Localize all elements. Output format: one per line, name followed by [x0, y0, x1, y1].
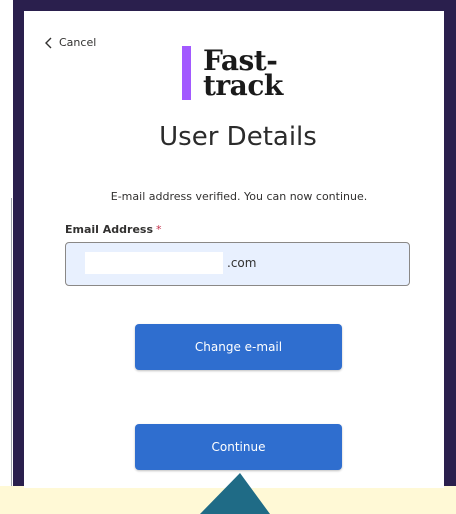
chevron-left-icon	[45, 37, 52, 48]
pointer-arrow-icon	[200, 473, 270, 514]
brand-logo: Fast- track	[182, 46, 283, 100]
email-label: Email Address *	[65, 223, 162, 236]
logo-bar	[182, 46, 191, 100]
email-field[interactable]: .com	[65, 242, 410, 286]
change-email-button[interactable]: Change e-mail	[135, 324, 342, 370]
redacted-email	[85, 252, 223, 274]
page-title: User Details	[159, 122, 317, 152]
required-marker: *	[156, 223, 162, 236]
background-window-strip	[0, 0, 13, 514]
continue-button[interactable]: Continue	[135, 424, 342, 470]
email-label-text: Email Address	[65, 223, 154, 236]
logo-text: Fast- track	[203, 47, 283, 102]
logo-line-2: track	[203, 69, 283, 102]
cancel-link[interactable]: Cancel	[44, 36, 96, 49]
cancel-label: Cancel	[59, 36, 97, 49]
email-domain-suffix: .com	[227, 256, 257, 270]
status-message: E-mail address verified. You can now con…	[110, 190, 368, 203]
divider-line	[11, 198, 12, 514]
